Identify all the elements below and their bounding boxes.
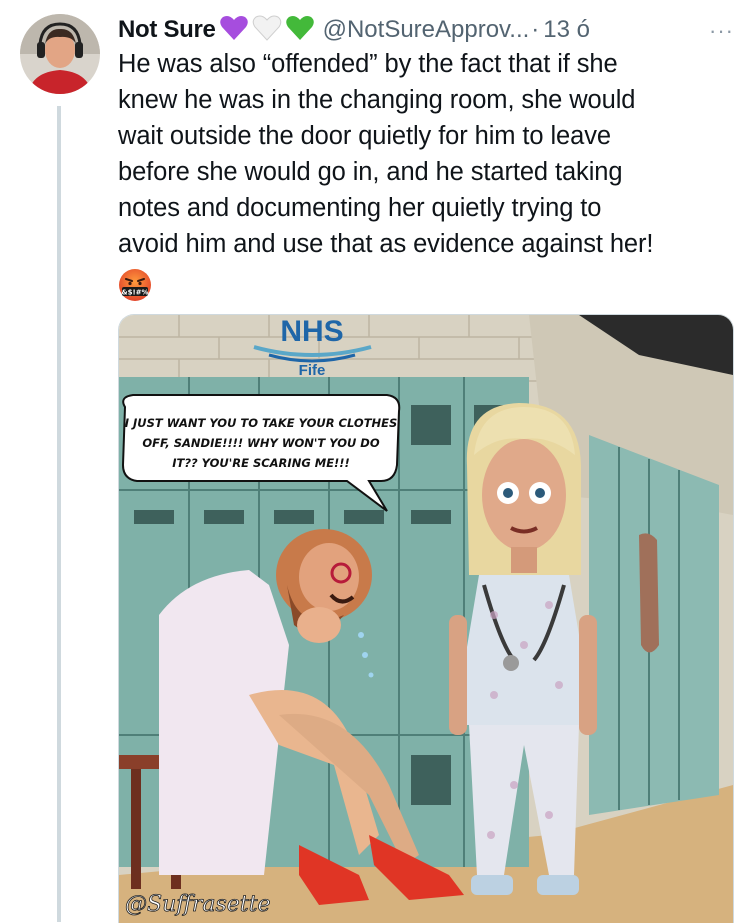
tweet-image[interactable]: NHS Fife I JUST WANT YOU TO TAKE YOUR CL… (118, 314, 734, 923)
tweet-line: wait outside the door quietly for him to… (118, 122, 611, 150)
artist-signature: @Suffrasette (125, 892, 270, 917)
avatar[interactable] (20, 14, 100, 94)
tweet-text: He was also “offended” by the fact that … (118, 46, 738, 262)
speech-line: IT?? YOU'RE SCARING ME!!! (172, 456, 350, 470)
tweet-line: knew he was in the changing room, she wo… (118, 86, 636, 114)
thread-line (57, 106, 61, 922)
author-name[interactable]: Not Sure (118, 16, 216, 44)
white-heart-icon (252, 15, 282, 46)
green-heart-icon (285, 15, 315, 46)
nhs-logo: NHS (280, 315, 343, 348)
tweet-line: before she would go in, and he started t… (118, 158, 623, 186)
tweet-line: avoid him and use that as evidence again… (118, 230, 654, 258)
speech-line: OFF, SANDIE!!!! WHY WON'T YOU DO (142, 436, 380, 450)
nhs-fife-label: Fife (299, 362, 326, 379)
tweet-line: notes and documenting her quietly trying… (118, 194, 602, 222)
speech-line: I JUST WANT YOU TO TAKE YOUR CLOTHES (125, 416, 398, 430)
tweet-header: Not Sure @NotSureApprov... · 13 ó (118, 12, 590, 48)
tweet-line: He was also “offended” by the fact that … (118, 50, 618, 78)
purple-heart-icon (219, 15, 249, 46)
timestamp[interactable]: 13 ó (543, 16, 590, 44)
author-handle[interactable]: @NotSureApprov... (323, 16, 530, 44)
cursing-face-icon: &$!#% (118, 268, 152, 302)
separator-dot: · (531, 16, 540, 43)
emoji-symbols: &$!#% (121, 289, 148, 297)
more-options-icon[interactable]: ··· (709, 18, 734, 44)
